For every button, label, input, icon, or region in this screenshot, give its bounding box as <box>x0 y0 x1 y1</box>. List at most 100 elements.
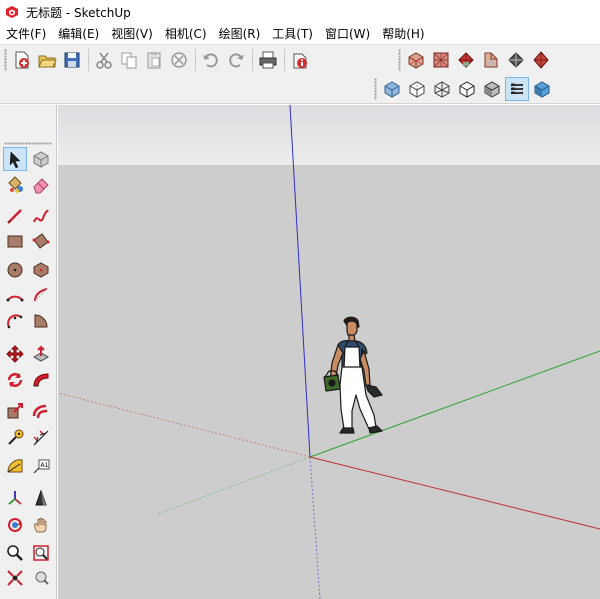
dimension-button[interactable] <box>29 426 53 450</box>
zoom-button[interactable] <box>3 541 27 565</box>
iso-view-button[interactable] <box>404 48 428 72</box>
model-info-button[interactable] <box>288 48 312 72</box>
follow-me-button[interactable] <box>29 368 53 392</box>
paint-bucket-button[interactable] <box>3 172 27 196</box>
text-button[interactable]: A1 <box>29 454 53 478</box>
select-button[interactable] <box>3 147 27 171</box>
top-view-button[interactable] <box>429 48 453 72</box>
toolbar-grip[interactable] <box>398 49 401 71</box>
menu-view[interactable]: 视图(V) <box>105 24 159 44</box>
menu-window[interactable]: 窗口(W) <box>319 24 376 44</box>
save-button[interactable] <box>60 48 84 72</box>
undo-icon <box>203 53 218 68</box>
views-toolbar <box>398 48 554 72</box>
tape-measure-button[interactable] <box>3 426 27 450</box>
new-file-button[interactable] <box>10 48 34 72</box>
push-pull-icon <box>32 345 50 362</box>
menu-file[interactable]: 文件(F) <box>0 24 52 44</box>
circle-icon <box>7 262 23 278</box>
freehand-button[interactable] <box>29 204 53 228</box>
eraser-icon <box>33 178 49 194</box>
back-edges-style-icon <box>409 81 425 98</box>
open-folder-button[interactable] <box>35 48 59 72</box>
shaded-textures-style-button[interactable] <box>505 77 529 101</box>
shaded-style-button[interactable] <box>480 77 504 101</box>
undo-button[interactable] <box>199 48 223 72</box>
eraser-button[interactable] <box>29 172 53 196</box>
back-edges-style-button[interactable] <box>405 77 429 101</box>
rotated-rectangle-icon <box>32 233 50 249</box>
two-point-arc-button[interactable] <box>29 283 53 307</box>
rotated-rectangle-button[interactable] <box>29 229 53 253</box>
zoom-extents-button[interactable] <box>3 566 27 590</box>
monochrome-style-button[interactable] <box>530 77 554 101</box>
xray-style-button[interactable] <box>380 77 404 101</box>
scale-button[interactable] <box>3 399 27 423</box>
cut-button[interactable] <box>92 48 116 72</box>
menu-draw[interactable]: 绘图(R) <box>213 24 267 44</box>
offset-icon <box>32 404 48 419</box>
pie-button[interactable] <box>29 309 53 333</box>
wireframe-style-icon <box>434 81 450 98</box>
copy-icon <box>121 52 137 69</box>
text-icon: A1 <box>33 459 50 474</box>
toolbar-separator <box>284 49 285 71</box>
freehand-icon <box>33 209 49 223</box>
zoom-window-button[interactable] <box>29 541 53 565</box>
toolbar-grip[interactable] <box>374 78 377 100</box>
front-view-button[interactable] <box>454 48 478 72</box>
modeling-viewport[interactable] <box>58 105 600 599</box>
pan-button[interactable] <box>29 513 53 537</box>
menu-camera[interactable]: 相机(C) <box>159 24 213 44</box>
paste-button[interactable] <box>142 48 166 72</box>
move-button[interactable] <box>3 342 27 366</box>
3d-text-button[interactable] <box>29 486 53 510</box>
print-icon <box>259 51 277 69</box>
make-component-icon <box>33 151 49 168</box>
orbit-icon <box>8 518 22 532</box>
right-view-button[interactable] <box>479 48 503 72</box>
axes-icon <box>8 491 22 505</box>
3d-text-icon <box>35 489 47 506</box>
window-title: 无标题 - SketchUp <box>26 5 131 20</box>
polygon-button[interactable] <box>29 258 53 282</box>
wireframe-style-button[interactable] <box>430 77 454 101</box>
redo-button[interactable] <box>224 48 248 72</box>
pan-icon <box>34 517 47 533</box>
orbit-button[interactable] <box>3 513 27 537</box>
circle-button[interactable] <box>3 258 27 282</box>
copy-button[interactable] <box>117 48 141 72</box>
rectangle-button[interactable] <box>3 229 27 253</box>
push-pull-button[interactable] <box>29 342 53 366</box>
line-button[interactable] <box>3 204 27 228</box>
scale-icon <box>7 403 23 419</box>
rotate-button[interactable] <box>3 368 27 392</box>
hidden-line-style-button[interactable] <box>455 77 479 101</box>
standard-toolbar <box>4 48 313 72</box>
menu-help[interactable]: 帮助(H) <box>376 24 430 44</box>
hidden-line-style-icon <box>459 81 475 98</box>
rotate-icon <box>7 373 23 387</box>
print-button[interactable] <box>256 48 280 72</box>
arc-button[interactable] <box>3 283 27 307</box>
svg-text:A1: A1 <box>41 462 49 469</box>
toolbar-separator <box>252 49 253 71</box>
large-tool-set-toolbar: A1 <box>0 105 57 599</box>
erase-icon <box>171 52 187 68</box>
offset-button[interactable] <box>29 399 53 423</box>
menu-edit[interactable]: 编辑(E) <box>52 24 105 44</box>
protractor-button[interactable] <box>3 454 27 478</box>
back-view-button[interactable] <box>504 48 528 72</box>
save-icon <box>64 52 80 68</box>
menu-tools[interactable]: 工具(T) <box>266 24 319 44</box>
three-point-arc-button[interactable] <box>3 309 27 333</box>
back-view-icon <box>508 52 524 68</box>
previous-view-button[interactable] <box>29 566 53 590</box>
toolbar-grip[interactable] <box>4 49 7 71</box>
axes-button[interactable] <box>3 486 27 510</box>
paste-icon <box>147 52 161 69</box>
erase-button[interactable] <box>167 48 191 72</box>
make-component-button[interactable] <box>29 147 53 171</box>
left-view-button[interactable] <box>529 48 553 72</box>
toolbar-grip[interactable] <box>4 142 52 145</box>
